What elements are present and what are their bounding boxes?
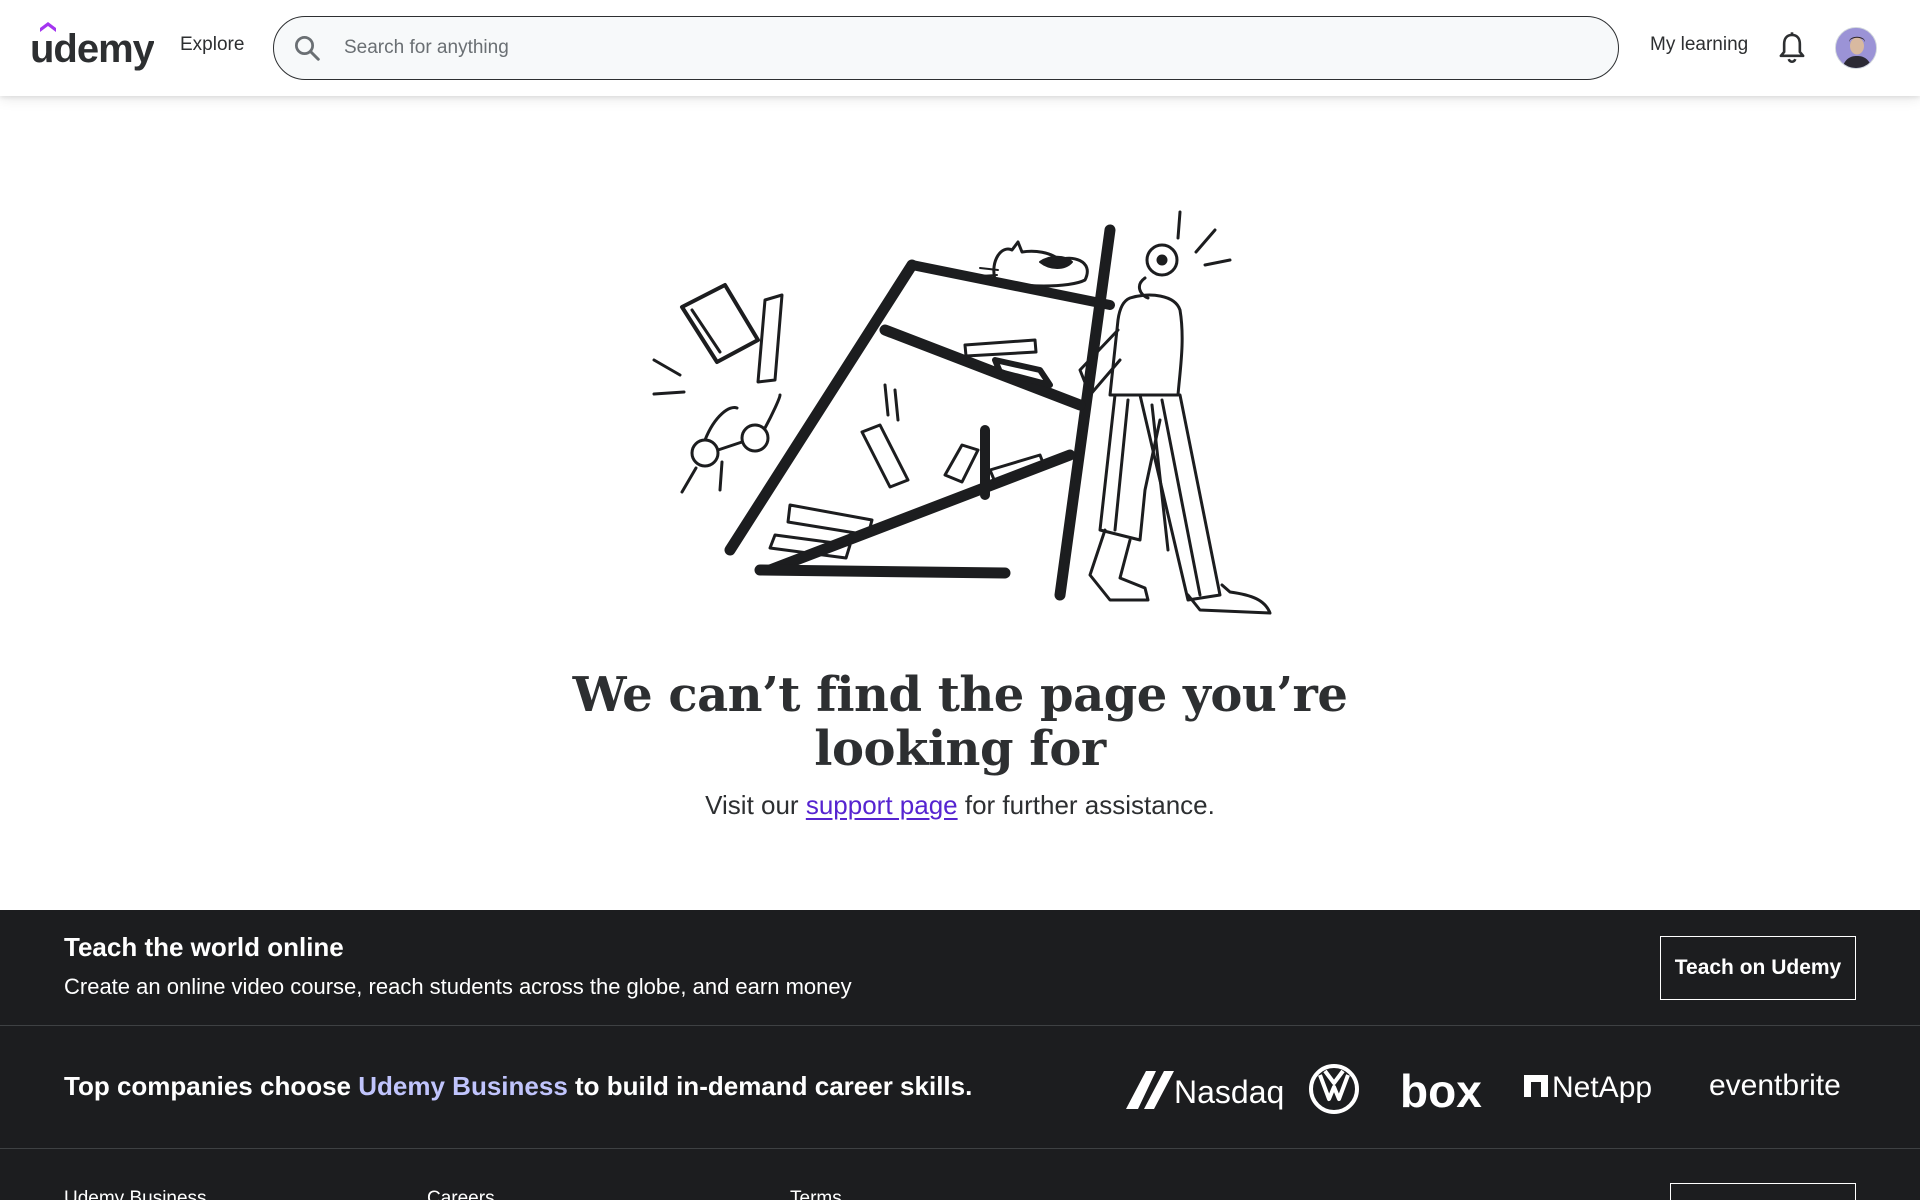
support-page-link[interactable]: support page — [806, 790, 958, 820]
teach-banner: Teach the world online Create an online … — [0, 910, 1920, 1026]
bell-icon[interactable] — [1776, 31, 1808, 65]
eventbrite-logo: eventbrite — [1709, 1069, 1841, 1102]
footer-link-terms[interactable]: Terms — [790, 1188, 842, 1200]
volkswagen-logo — [1309, 1064, 1359, 1114]
search-bar[interactable] — [273, 16, 1619, 80]
top-navigation: udemy Explore My learning — [0, 0, 1920, 96]
search-input[interactable] — [344, 27, 1584, 69]
companies-banner: Top companies choose Udemy Business to b… — [0, 1027, 1920, 1149]
page-not-found-heading: We can’t find the page you’re looking fo… — [572, 667, 1348, 777]
nasdaq-wordmark: Nasdaq — [1174, 1074, 1284, 1110]
box-logo: box — [1400, 1065, 1482, 1117]
error-illustration — [652, 210, 1272, 615]
support-message: Visit our support page for further assis… — [560, 790, 1360, 821]
avatar-image — [1836, 28, 1876, 68]
teach-title: Teach the world online — [64, 932, 344, 962]
explore-menu[interactable]: Explore — [180, 34, 244, 56]
search-icon[interactable] — [292, 33, 322, 63]
nasdaq-logo: Nasdaq — [1126, 1071, 1284, 1110]
site-footer: Teach the world online Create an online … — [0, 910, 1920, 1200]
companies-tagline: Top companies choose Udemy Business to b… — [64, 1071, 972, 1102]
teach-on-udemy-button[interactable]: Teach on Udemy — [1660, 936, 1856, 1000]
language-button[interactable] — [1670, 1183, 1856, 1200]
udemy-business-link[interactable]: Udemy Business — [358, 1071, 568, 1101]
footer-link-udemy-business[interactable]: Udemy Business — [64, 1188, 207, 1200]
svg-text:udemy: udemy — [30, 27, 154, 71]
my-learning-link[interactable]: My learning — [1650, 34, 1748, 56]
support-message-suffix: for further assistance. — [957, 790, 1215, 820]
user-avatar[interactable] — [1835, 27, 1877, 69]
udemy-logo[interactable]: udemy — [30, 22, 154, 72]
teach-subtitle: Create an online video course, reach stu… — [64, 974, 852, 999]
footer-link-careers[interactable]: Careers — [427, 1188, 495, 1200]
support-message-prefix: Visit our — [705, 790, 806, 820]
companies-tagline-suffix: to build in-demand career skills. — [567, 1071, 973, 1101]
netapp-logo: NetApp — [1524, 1071, 1652, 1104]
companies-tagline-prefix: Top companies choose — [64, 1071, 359, 1101]
netapp-wordmark: NetApp — [1552, 1071, 1652, 1104]
company-logos: Nasdaq box NetApp eventbrite — [1126, 1064, 1841, 1117]
